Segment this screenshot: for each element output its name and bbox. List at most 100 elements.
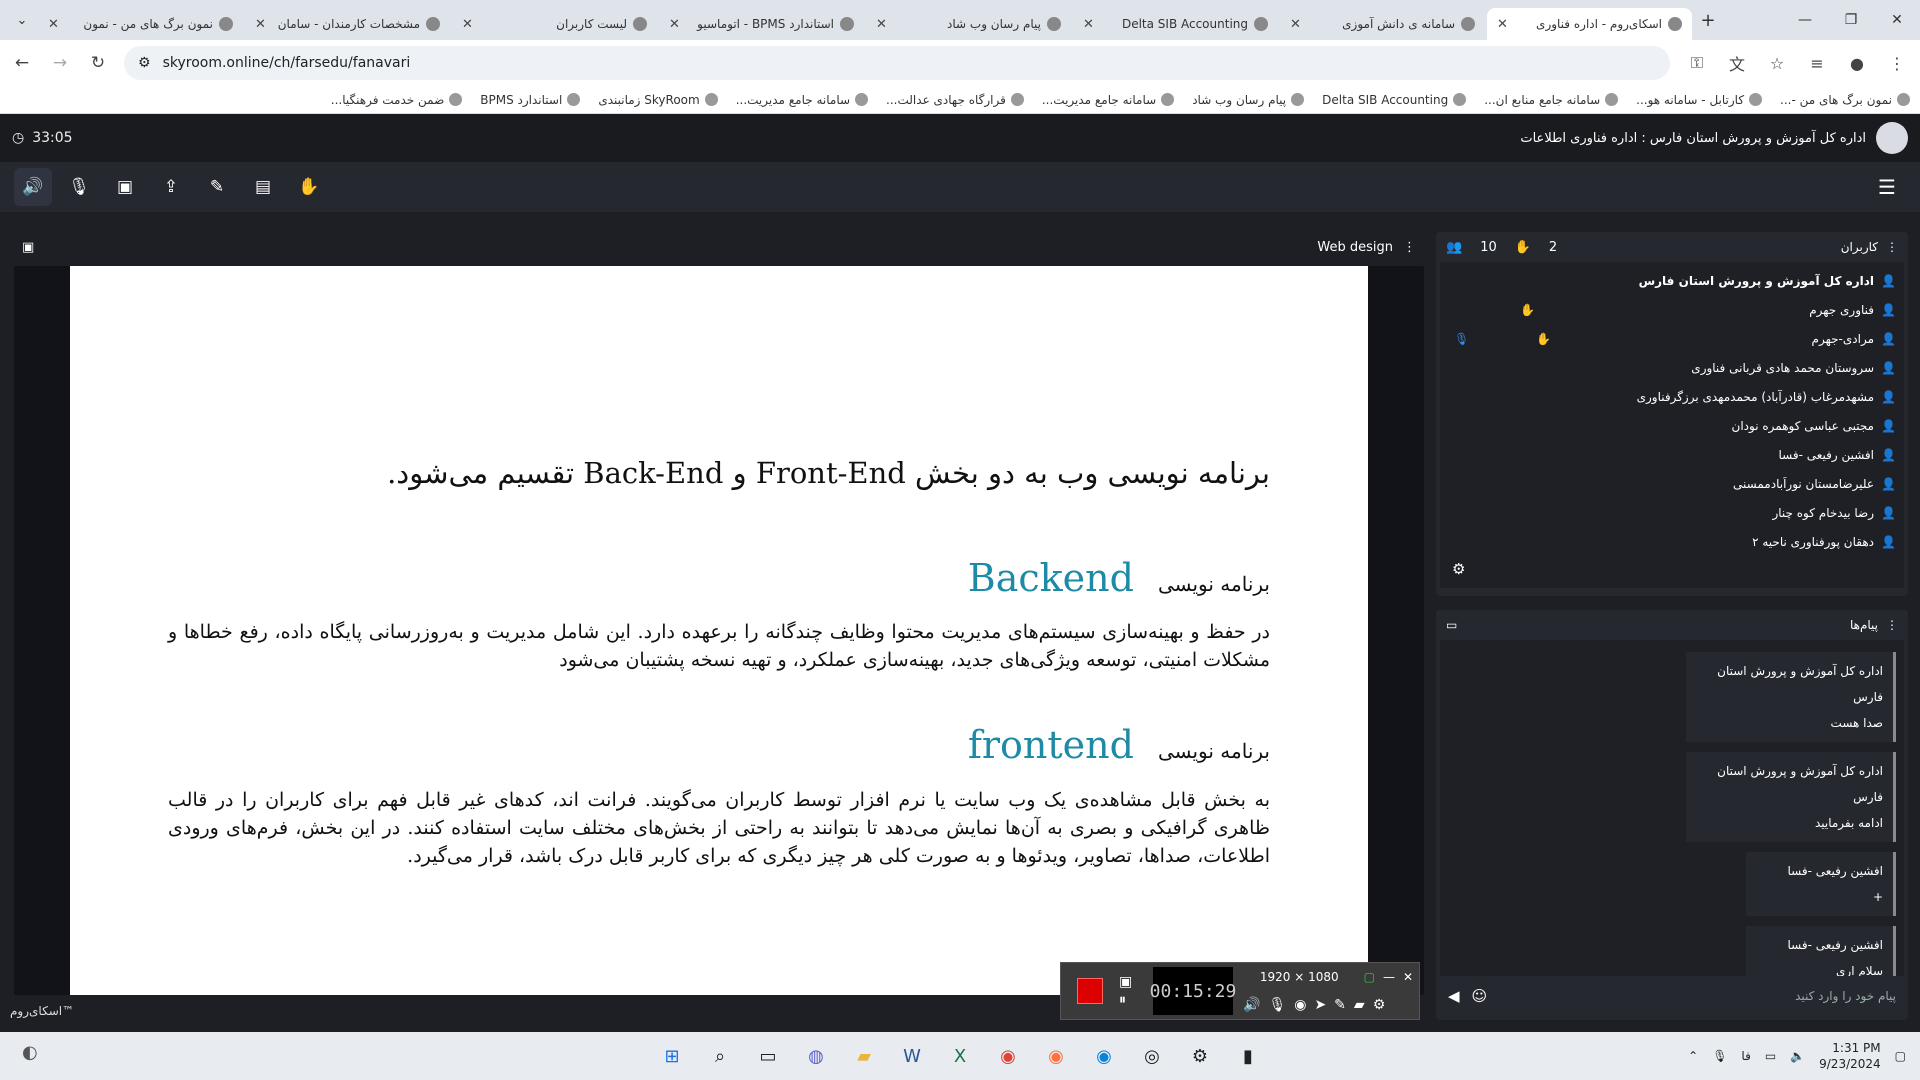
recorder-pen-icon[interactable]: ✎ <box>1334 997 1346 1013</box>
browser-tab[interactable]: استاندارد BPMS - اتوماسیو ✕ <box>659 8 864 40</box>
chrome-icon[interactable]: ◉ <box>994 1042 1022 1070</box>
users-panel-options-icon[interactable]: ⋮ <box>1886 240 1898 254</box>
tab-close-icon[interactable]: ✕ <box>669 17 680 32</box>
site-info-icon[interactable]: ⚙ <box>138 55 151 71</box>
edge-icon[interactable]: ◉ <box>1090 1042 1118 1070</box>
user-list-item[interactable]: 👤 سروستان محمد هادی قربانی فناوری <box>1440 353 1904 382</box>
stop-record-button[interactable] <box>1061 963 1119 1019</box>
url-bar[interactable]: ⚙ skyroom.online/ch/farsedu/fanavari <box>124 46 1670 80</box>
user-list-item[interactable]: 👤 اداره کل آموزش و پرورش استان فارس <box>1440 266 1904 295</box>
user-list-item[interactable]: 👤 افشین رفیعی -فسا <box>1440 440 1904 469</box>
camera-off-icon[interactable]: ▣ <box>106 168 144 206</box>
browser-menu-icon[interactable]: ⋮ <box>1884 54 1910 73</box>
clock[interactable]: 1:31 PM 9/23/2024 <box>1819 1040 1881 1072</box>
recorder-webcam-icon[interactable]: ◉ <box>1294 997 1306 1013</box>
bookmark-item[interactable]: سامانه جامع مدیریت... <box>1042 93 1175 107</box>
recorder-mic-icon[interactable]: 🎙 <box>1268 997 1286 1013</box>
excel-icon[interactable]: X <box>946 1042 974 1070</box>
widgets-icon[interactable]: ◐ <box>22 1042 38 1063</box>
recorder-close-icon[interactable]: ✕ <box>1403 970 1413 984</box>
browser-tab[interactable]: لیست کاربران ✕ <box>452 8 657 40</box>
close-window-icon[interactable]: ✕ <box>1874 0 1920 40</box>
user-list-item[interactable]: 👤 رضا بیدخام کوه چنار <box>1440 498 1904 527</box>
recorder-minimize-icon[interactable]: — <box>1383 970 1395 984</box>
recorder-speaker-icon[interactable]: 🔊 <box>1243 997 1260 1013</box>
recorder-settings-icon[interactable]: ⚙ <box>1373 997 1386 1013</box>
snapshot-icon[interactable]: ▣ <box>1119 974 1149 990</box>
browser-tab[interactable]: پیام رسان وب شاد ✕ <box>866 8 1071 40</box>
word-icon[interactable]: W <box>898 1042 926 1070</box>
browser-tab[interactable]: Delta SIB Accounting ✕ <box>1073 8 1278 40</box>
file-explorer-icon[interactable]: ▰ <box>850 1042 878 1070</box>
tab-close-icon[interactable]: ✕ <box>1290 17 1301 32</box>
password-key-icon[interactable]: ⚿ <box>1684 53 1710 73</box>
bookmark-item[interactable]: کارتابل - سامانه هو... <box>1636 93 1763 107</box>
recorder-folder-icon[interactable]: ▰ <box>1354 997 1365 1013</box>
users-settings-icon[interactable]: ⚙ <box>1452 560 1465 578</box>
bookmark-item[interactable]: نمون برگ های من -... <box>1780 93 1910 107</box>
user-list-item[interactable]: 👤 دهقان پورفناوری ناحیه ۲ <box>1440 527 1904 556</box>
tab-close-icon[interactable]: ✕ <box>1083 17 1094 32</box>
start-icon[interactable]: ⊞ <box>658 1042 686 1070</box>
whiteboard-brush-icon[interactable]: ✎ <box>198 168 236 206</box>
browser-tab[interactable]: اسکای‌روم - اداره فناوری ✕ <box>1487 8 1692 40</box>
recorder-cursor-icon[interactable]: ➤ <box>1314 997 1326 1013</box>
back-icon[interactable]: ← <box>10 53 34 73</box>
tools-app-icon[interactable]: ⚙ <box>1186 1042 1214 1070</box>
volume-icon[interactable]: 🔈 <box>1790 1049 1805 1063</box>
messages-panel-options-icon[interactable]: ⋮ <box>1886 618 1898 632</box>
tab-search-icon[interactable]: ⌄ <box>8 6 36 34</box>
task-view-icon[interactable]: ▭ <box>754 1042 782 1070</box>
camera-app-icon[interactable]: ◎ <box>1138 1042 1166 1070</box>
tab-close-icon[interactable]: ✕ <box>876 17 887 32</box>
tray-expand-icon[interactable]: ⌃ <box>1688 1049 1698 1063</box>
browser-tab[interactable]: سامانه ی دانش آموزی ✕ <box>1280 8 1485 40</box>
new-tab-button[interactable]: + <box>1694 10 1722 31</box>
message-input[interactable]: پیام خود را وارد کنید <box>1795 989 1896 1003</box>
user-list-item[interactable]: 👤 مرادی-جهرم ✋ 🎙 <box>1440 324 1904 353</box>
media-controls-icon[interactable]: ≡ <box>1804 54 1830 73</box>
language-indicator[interactable]: فا <box>1741 1049 1750 1063</box>
speaker-icon[interactable]: 🔊 <box>14 168 52 206</box>
mic-off-icon[interactable]: 🎙 <box>60 168 98 206</box>
tab-close-icon[interactable]: ✕ <box>462 17 473 32</box>
user-list-item[interactable]: 👤 مجتبی عباسی کوهمره نودان <box>1440 411 1904 440</box>
minimize-icon[interactable]: — <box>1782 0 1828 40</box>
tab-close-icon[interactable]: ✕ <box>255 17 266 32</box>
network-icon[interactable]: ▭ <box>1765 1049 1776 1063</box>
send-icon[interactable]: ◀ <box>1448 987 1460 1005</box>
file-lock-icon[interactable]: ▣ <box>22 240 34 255</box>
profile-icon[interactable]: ● <box>1844 54 1870 73</box>
tray-mic-icon[interactable]: 🎙 <box>1712 1049 1727 1063</box>
reload-icon[interactable]: ↻ <box>86 53 110 73</box>
region-icon[interactable]: ▢ <box>1364 970 1375 984</box>
bookmark-item[interactable]: سامانه جامع منابع ان... <box>1484 93 1619 107</box>
user-list-item[interactable]: 👤 مشهدمرغاب (قادرآباد) محمدمهدی برزگرفناو… <box>1440 382 1904 411</box>
bookmark-item[interactable]: SkyRoom زمانبندی <box>598 93 718 107</box>
bookmark-star-icon[interactable]: ☆ <box>1764 54 1790 73</box>
bookmark-item[interactable]: پیام رسان وب شاد <box>1192 93 1305 107</box>
user-list-item[interactable]: 👤 فناوری جهرم ✋ <box>1440 295 1904 324</box>
bookmark-item[interactable]: استاندارد BPMS <box>480 93 581 107</box>
tab-close-icon[interactable]: ✕ <box>48 17 59 32</box>
avatar[interactable] <box>1876 122 1908 154</box>
user-list-item[interactable]: 👤 علیرضامستان نوراَبادممسنی <box>1440 469 1904 498</box>
firefox-icon[interactable]: ◉ <box>1042 1042 1070 1070</box>
forward-icon[interactable]: → <box>48 53 72 73</box>
restore-icon[interactable]: ❐ <box>1828 0 1874 40</box>
terminal-icon[interactable]: ▮ <box>1234 1042 1262 1070</box>
browser-tab[interactable]: نمون برگ های من - نمون ✕ <box>38 8 243 40</box>
presentation-options-icon[interactable]: ⋮ <box>1403 240 1416 255</box>
search-icon[interactable]: ⌕ <box>706 1042 734 1070</box>
bookmark-item[interactable]: سامانه جامع مدیریت... <box>736 93 869 107</box>
notifications-icon[interactable]: ▢ <box>1895 1049 1906 1063</box>
hamburger-menu-icon[interactable]: ☰ <box>1868 168 1906 206</box>
bookmark-item[interactable]: ضمن خدمت فرهنگیا... <box>331 93 463 107</box>
emoji-icon[interactable]: ☺ <box>1472 987 1488 1005</box>
screen-share-icon[interactable]: ⇪ <box>152 168 190 206</box>
file-icon[interactable]: ▤ <box>244 168 282 206</box>
bookmark-item[interactable]: قرارگاه جهادی عدالت... <box>886 93 1024 107</box>
pause-icon[interactable]: ⏸ <box>1119 992 1149 1008</box>
tab-close-icon[interactable]: ✕ <box>1497 17 1508 32</box>
translate-icon[interactable]: 文 <box>1724 51 1750 75</box>
